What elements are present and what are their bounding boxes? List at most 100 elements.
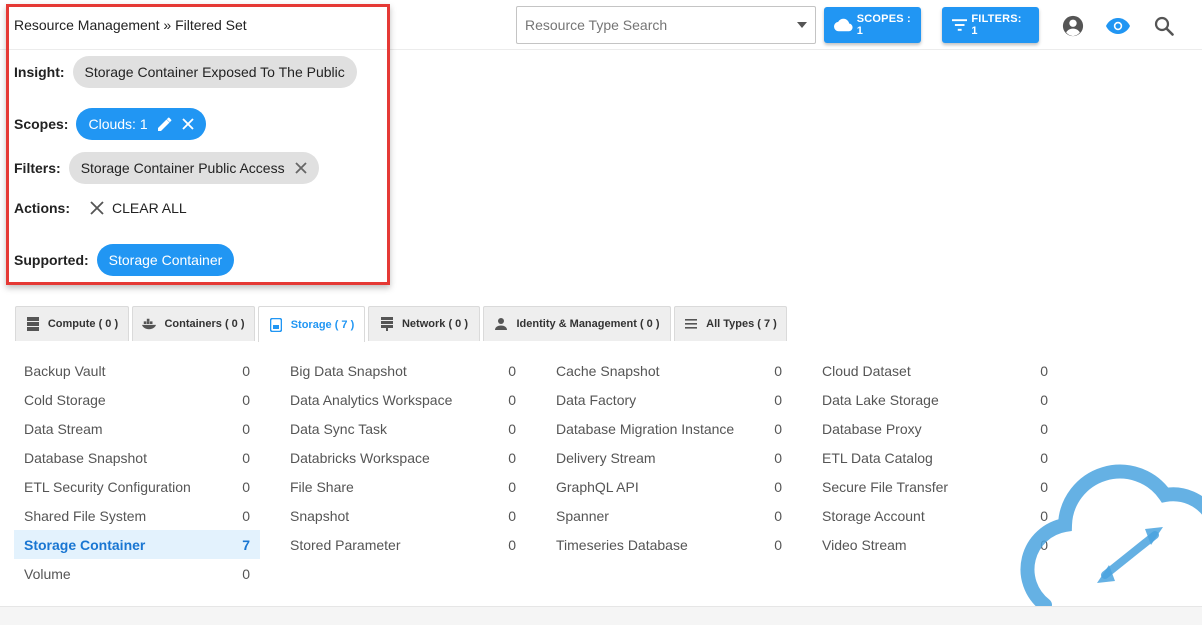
resource-type-item[interactable]: Stored Parameter 0 <box>280 530 526 559</box>
resource-type-name: File Share <box>290 478 354 495</box>
resource-type-count: 0 <box>774 536 782 553</box>
actions-label: Actions: <box>14 200 70 216</box>
docker-icon <box>142 317 157 331</box>
resource-type-item[interactable]: Data Stream 0 <box>14 414 260 443</box>
resource-type-count: 0 <box>1040 391 1048 408</box>
resource-type-item[interactable]: Snapshot 0 <box>280 501 526 530</box>
filter-summary-panel: Insight: Storage Container Exposed To Th… <box>0 0 1202 300</box>
scopes-chip[interactable]: Clouds: 1 <box>76 108 206 140</box>
resource-type-name: Data Stream <box>24 420 103 437</box>
close-icon[interactable] <box>294 162 307 174</box>
resource-type-count: 0 <box>242 507 250 524</box>
resource-type-item[interactable]: Storage Container 7 <box>14 530 260 559</box>
resource-type-count: 0 <box>774 478 782 495</box>
resource-type-count: 0 <box>242 420 250 437</box>
resource-type-name: GraphQL API <box>556 478 639 495</box>
resource-type-count: 0 <box>774 391 782 408</box>
resource-type-name: Database Snapshot <box>24 449 147 466</box>
resource-type-item[interactable]: Cloud Dataset 0 <box>812 356 1058 385</box>
resource-type-count: 0 <box>508 449 516 466</box>
insight-chip[interactable]: Storage Container Exposed To The Public <box>72 56 357 88</box>
resource-type-item[interactable]: Volume 0 <box>14 559 260 588</box>
resource-type-count: 0 <box>774 362 782 379</box>
tab-label: Storage ( 7 ) <box>290 318 355 331</box>
tab-identity-management[interactable]: Identity & Management ( 0 ) <box>483 306 671 341</box>
resource-type-name: Storage Account <box>822 507 925 524</box>
resource-type-count: 0 <box>508 420 516 437</box>
resource-type-item[interactable]: Spanner 0 <box>546 501 792 530</box>
tab-label: Containers ( 0 ) <box>164 318 245 330</box>
resource-type-name: Big Data Snapshot <box>290 362 407 379</box>
resource-type-item[interactable]: Databricks Workspace 0 <box>280 443 526 472</box>
tab-all-types[interactable]: All Types ( 7 ) <box>674 306 787 341</box>
resource-type-name: Storage Container <box>24 536 146 553</box>
resource-type-count: 0 <box>508 478 516 495</box>
resource-type-name: Delivery Stream <box>556 449 656 466</box>
resource-type-item[interactable]: Database Proxy 0 <box>812 414 1058 443</box>
list-icon <box>684 317 698 331</box>
resource-type-count: 0 <box>774 420 782 437</box>
category-tabs: Compute ( 0 ) Containers ( 0 ) Storage (… <box>15 306 787 342</box>
resource-type-count: 0 <box>774 507 782 524</box>
resource-type-grid: Backup Vault 0 Big Data Snapshot 0 Cache Sna… <box>14 356 1078 588</box>
resource-type-item[interactable]: ETL Security Configuration 0 <box>14 472 260 501</box>
close-icon[interactable] <box>181 118 194 130</box>
supported-chip[interactable]: Storage Container <box>96 244 235 276</box>
resource-type-name: Cold Storage <box>24 391 106 408</box>
supported-row: Supported: Storage Container <box>14 244 235 276</box>
resource-type-name: Backup Vault <box>24 362 106 379</box>
resource-type-item[interactable]: Database Migration Instance 0 <box>546 414 792 443</box>
resource-type-count: 0 <box>508 507 516 524</box>
resource-type-item[interactable]: Data Factory 0 <box>546 385 792 414</box>
resource-type-name: Cache Snapshot <box>556 362 660 379</box>
resource-type-item[interactable]: Cold Storage 0 <box>14 385 260 414</box>
resource-type-item[interactable]: Data Sync Task 0 <box>280 414 526 443</box>
resource-type-name: Data Lake Storage <box>822 391 939 408</box>
resource-type-item[interactable]: Timeseries Database 0 <box>546 530 792 559</box>
resource-type-item[interactable]: GraphQL API 0 <box>546 472 792 501</box>
resource-type-name: ETL Security Configuration <box>24 478 191 495</box>
resource-type-count: 0 <box>774 449 782 466</box>
resource-type-item[interactable]: Backup Vault 0 <box>14 356 260 385</box>
resource-type-item[interactable]: Delivery Stream 0 <box>546 443 792 472</box>
filter-chip[interactable]: Storage Container Public Access <box>68 152 319 184</box>
scopes-label: Scopes: <box>14 116 69 132</box>
clear-all-button[interactable]: CLEAR ALL <box>90 200 187 216</box>
resource-type-item[interactable]: Data Lake Storage 0 <box>812 385 1058 414</box>
storage-icon <box>269 317 283 332</box>
edit-icon[interactable] <box>157 117 172 131</box>
tab-containers[interactable]: Containers ( 0 ) <box>132 306 255 341</box>
resource-type-name: Stored Parameter <box>290 536 401 553</box>
highlight-box <box>6 4 390 285</box>
resource-type-count: 0 <box>508 362 516 379</box>
resource-type-name: Secure File Transfer <box>822 478 949 495</box>
filters-label: Filters: <box>14 160 61 176</box>
tab-compute[interactable]: Compute ( 0 ) <box>15 306 129 341</box>
tab-label: All Types ( 7 ) <box>706 318 777 330</box>
tab-network[interactable]: Network ( 0 ) <box>368 306 480 341</box>
resource-type-name: Data Factory <box>556 391 637 408</box>
resource-type-name: Shared File System <box>24 507 147 524</box>
insight-label: Insight: <box>14 64 65 80</box>
resource-type-name: Video Stream <box>822 536 907 553</box>
resource-type-count: 0 <box>242 391 250 408</box>
actions-row: Actions: CLEAR ALL <box>14 200 187 216</box>
clear-all-label: CLEAR ALL <box>112 200 187 216</box>
resource-type-item[interactable]: Shared File System 0 <box>14 501 260 530</box>
resource-type-item[interactable]: File Share 0 <box>280 472 526 501</box>
resource-type-name: Volume <box>24 565 71 582</box>
tab-label: Network ( 0 ) <box>401 318 468 330</box>
close-icon <box>90 201 104 215</box>
resource-type-count: 0 <box>508 536 516 553</box>
resource-type-item[interactable]: Big Data Snapshot 0 <box>280 356 526 385</box>
resource-type-name: Timeseries Database <box>556 536 688 553</box>
resource-type-name: Databricks Workspace <box>290 449 430 466</box>
resource-type-name: Cloud Dataset <box>822 362 911 379</box>
tab-storage[interactable]: Storage ( 7 ) <box>258 306 365 342</box>
resource-type-item[interactable]: Database Snapshot 0 <box>14 443 260 472</box>
resource-type-item[interactable]: Cache Snapshot 0 <box>546 356 792 385</box>
resource-type-item[interactable]: Data Analytics Workspace 0 <box>280 385 526 414</box>
filter-chip-label: Storage Container Public Access <box>80 160 285 176</box>
resource-type-count: 0 <box>242 478 250 495</box>
resource-type-name: ETL Data Catalog <box>822 449 933 466</box>
